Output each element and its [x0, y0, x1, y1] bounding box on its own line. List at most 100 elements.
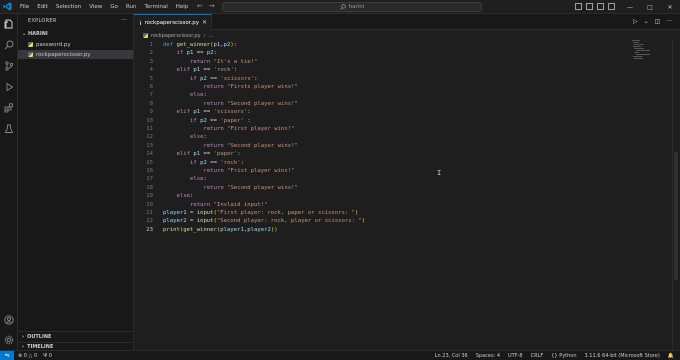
code-line[interactable]: 16 return "Frist player wins!"	[134, 167, 672, 175]
status-left: ⊗ 0 △ 0 Ψ 0	[18, 353, 52, 359]
customize-layout-icon[interactable]	[608, 3, 615, 10]
code-line[interactable]: 12 else:	[134, 133, 672, 141]
account-icon[interactable]	[3, 314, 15, 326]
breadcrumb-symbol[interactable]: ...	[209, 33, 214, 39]
close-window-icon[interactable]: ✕	[660, 0, 680, 14]
chevron-down-icon[interactable]: ⌄	[644, 18, 649, 25]
minimize-icon[interactable]: —	[620, 0, 640, 14]
code-line[interactable]: 22 player2 = input("Second player: rock, …	[134, 217, 672, 225]
cursor-position[interactable]: Ln 23, Col 36	[435, 353, 468, 359]
window-controls: — □ ✕	[620, 0, 680, 14]
line-content: else:	[190, 176, 207, 183]
chevron-right-icon: ›	[22, 334, 25, 340]
explorer-sidebar: EXPLORER ··· ⌄ HARINI password.py rockpa…	[18, 14, 134, 350]
menu-terminal[interactable]: Terminal	[140, 0, 171, 14]
menu-run[interactable]: Run	[122, 0, 141, 14]
menu-go[interactable]: Go	[106, 0, 122, 14]
outline-section[interactable]: › OUTLINE	[22, 334, 51, 340]
toggle-panel-icon[interactable]	[586, 3, 593, 10]
line-content: return "Invlaid input!"	[190, 201, 268, 208]
file-name: password.py	[36, 41, 71, 48]
gear-icon[interactable]	[3, 334, 15, 346]
code-line[interactable]: 9 elif p1 == 'scissors':	[134, 108, 672, 116]
close-icon[interactable]: ✕	[202, 19, 207, 26]
minimap-line	[633, 56, 643, 57]
menu-help[interactable]: Help	[172, 0, 193, 14]
code-line[interactable]: 3 return "It's a tie!"	[134, 58, 672, 66]
python-file-icon	[28, 42, 33, 47]
line-number: 15	[146, 159, 153, 166]
code-line[interactable]: 13 return "Second player wins!"	[134, 142, 672, 150]
minimap-line	[634, 58, 644, 59]
code-line[interactable]: 6 return "Firsts player wins!"	[134, 83, 672, 91]
code-line[interactable]: 15 if p2 == 'rock':	[134, 159, 672, 167]
code-line[interactable]: 14 elif p1 == 'paper':	[134, 150, 672, 158]
code-line[interactable]: 5 if p2 == 'scissors':	[134, 75, 672, 83]
explorer-title: EXPLORER	[28, 18, 57, 24]
menu-selection[interactable]: Selection	[52, 0, 85, 14]
minimap-line	[633, 42, 639, 43]
warning-count: 0	[34, 352, 38, 359]
code-editor[interactable]: 1 def get_winner(p1,p2): 2 if p1 == p2: 3 r…	[134, 40, 672, 350]
code-line[interactable]: 20 return "Invlaid input!"	[134, 201, 672, 209]
minimap-line	[634, 48, 645, 49]
code-line[interactable]: 18 return "Second player wins!"	[134, 184, 672, 192]
code-line[interactable]: 2 if p1 == p2:	[134, 49, 672, 57]
notifications-icon[interactable]: 🔔	[668, 353, 674, 359]
chevron-right-icon: ›	[203, 32, 206, 39]
code-line[interactable]: 21 player1 = input("First player: rock, p…	[134, 209, 672, 217]
more-actions-icon[interactable]: ···	[121, 17, 127, 24]
toggle-secondary-sidebar-icon[interactable]	[597, 3, 604, 10]
code-line[interactable]: 1 def get_winner(p1,p2):	[134, 41, 672, 49]
explorer-icon[interactable]	[3, 18, 15, 30]
language-mode[interactable]: {} Python	[551, 353, 576, 359]
code-line[interactable]: 8 return "Second player wins!"	[134, 100, 672, 108]
workspace-folder[interactable]: ⌄ HARINI	[22, 31, 48, 37]
minimap[interactable]	[632, 40, 654, 60]
code-line[interactable]: 7 else:	[134, 91, 672, 99]
code-line[interactable]: 19 else:	[134, 192, 672, 200]
encoding[interactable]: UTF-8	[508, 353, 523, 359]
maximize-icon[interactable]: □	[640, 0, 660, 14]
indentation[interactable]: Spaces: 4	[476, 353, 500, 359]
run-debug-icon[interactable]	[3, 81, 15, 93]
menu-view[interactable]: View	[85, 0, 106, 14]
file-name: rockpaperscissor.py	[36, 51, 91, 58]
code-line[interactable]: 11 return "First player wins!"	[134, 125, 672, 133]
source-control-icon[interactable]	[3, 60, 15, 72]
toggle-sidebar-icon[interactable]	[575, 3, 582, 10]
testing-icon[interactable]	[3, 123, 15, 135]
code-line[interactable]: 17 else:	[134, 175, 672, 183]
extensions-icon[interactable]	[3, 102, 15, 114]
problems-indicator[interactable]: ⊗ 0 △ 0	[18, 353, 37, 359]
code-line[interactable]: 10 if p2 == 'paper' :	[134, 117, 672, 125]
end-of-line[interactable]: CRLF	[531, 353, 544, 359]
code-line[interactable]: 4 elif p1 == 'rock':	[134, 66, 672, 74]
python-file-icon	[28, 52, 33, 57]
search-icon	[340, 4, 346, 10]
line-number: 5	[149, 75, 153, 82]
code-line[interactable]: 23 print(get_winner(player1,player2))	[134, 226, 672, 234]
menu-file[interactable]: File	[16, 0, 33, 14]
tab-rockpaperscissor[interactable]: rockpaperscissor.py ✕	[134, 14, 212, 30]
line-number: 6	[149, 84, 153, 90]
run-python-file-icon[interactable]: ▷	[633, 18, 638, 25]
line-number: 23	[146, 226, 153, 233]
remote-indicator-icon[interactable]: ⇋	[0, 350, 14, 360]
arrow-right-icon[interactable]: →	[209, 2, 215, 10]
split-editor-icon[interactable]: ◫	[655, 18, 661, 25]
line-number: 13	[146, 142, 153, 149]
file-item-password[interactable]: password.py	[18, 40, 133, 49]
ports-count: 0	[48, 352, 52, 359]
arrow-left-icon[interactable]: ←	[197, 2, 203, 10]
search-icon[interactable]	[3, 39, 15, 51]
menu-edit[interactable]: Edit	[33, 0, 52, 14]
breadcrumb-file[interactable]: rockpaperscissor.py	[151, 33, 201, 39]
scrollbar-thumb[interactable]	[674, 152, 678, 280]
file-item-rockpaperscissor[interactable]: rockpaperscissor.py	[18, 50, 133, 59]
python-interpreter[interactable]: 3.11.6 64-bit (Microsoft Store)	[585, 353, 660, 359]
command-center-search[interactable]: harini	[222, 2, 482, 12]
mouse-cursor-icon: I	[437, 169, 442, 177]
ports-indicator[interactable]: Ψ 0	[43, 353, 52, 359]
more-actions-icon[interactable]: ···	[666, 18, 672, 25]
